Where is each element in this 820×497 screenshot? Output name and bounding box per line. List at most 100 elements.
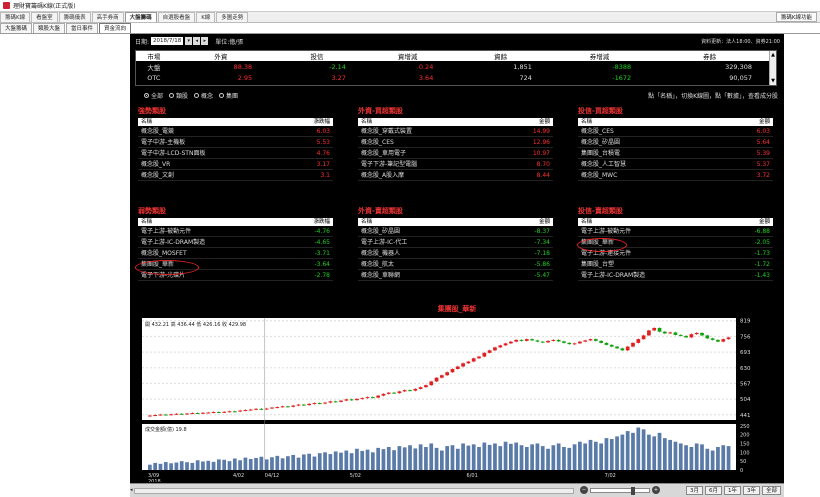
sector-name[interactable]: 概念股_CES — [581, 126, 614, 136]
tab-7[interactable]: 多圖走勢 — [216, 12, 249, 22]
panel-row[interactable]: 電子上游-IC-DRAM製造 -4.65 — [138, 237, 333, 248]
filter-label-0[interactable]: 全部 — [151, 91, 163, 100]
range-3m-button[interactable]: 3月 — [685, 486, 703, 495]
scroll-down-icon[interactable]: ▼ — [770, 77, 776, 85]
panel-row[interactable]: 概念股_車聯網 -5.47 — [358, 270, 553, 281]
sector-value[interactable]: 5.53 — [317, 137, 330, 147]
sector-value[interactable]: 12.96 — [533, 137, 550, 147]
tab-3[interactable]: 高手券商 — [91, 12, 124, 22]
prev-day-button[interactable]: ◂ — [193, 37, 201, 45]
chart-horizontal-scrollbar[interactable] — [134, 488, 574, 494]
panel-header-value[interactable]: 漲跌幅 — [313, 218, 330, 226]
tab-2[interactable]: 籌碼儀表 — [58, 12, 91, 22]
subtab-2[interactable]: 當日事件 — [66, 23, 99, 33]
scroll-up-icon[interactable]: ▲ — [770, 51, 776, 59]
sector-value[interactable]: -8.37 — [534, 226, 550, 236]
chip-kline-function-button[interactable]: 籌碼K線功能 — [775, 12, 817, 22]
panel-header-value[interactable]: 金額 — [759, 218, 770, 226]
panel-header-value[interactable]: 金額 — [539, 118, 550, 126]
filter-label-1[interactable]: 類股 — [176, 91, 188, 100]
sector-value[interactable]: -5.86 — [534, 259, 550, 269]
sector-value[interactable]: -7.18 — [534, 248, 550, 258]
panel-header-name[interactable]: 名稱 — [581, 118, 592, 126]
filter-radio-3[interactable] — [219, 92, 225, 98]
range-3y-button[interactable]: 3年 — [742, 486, 760, 495]
sector-value[interactable]: -3.64 — [314, 259, 330, 269]
sector-name[interactable]: 概念股_文創 — [141, 170, 174, 180]
sector-value[interactable]: 3.72 — [757, 170, 770, 180]
sector-value[interactable]: 6.03 — [757, 126, 770, 136]
sector-value[interactable]: 4.76 — [317, 148, 330, 158]
panel-row[interactable]: 概念股_矽晶圓 -8.37 — [358, 226, 553, 237]
zoom-slider[interactable] — [590, 486, 650, 495]
sector-name[interactable]: 概念股_VR — [141, 159, 170, 169]
sector-value[interactable]: 10.97 — [533, 148, 550, 158]
sector-name[interactable]: 電子中游-主機板 — [141, 137, 185, 147]
panel-row[interactable]: 電子上游-IC-DRAM製造 -1.43 — [578, 270, 773, 281]
sector-name[interactable]: 集團股_台積電 — [581, 148, 620, 158]
panel-row[interactable]: 概念股_A股入摩 8.44 — [358, 170, 553, 181]
sector-name[interactable]: 概念股_MOSFET — [141, 248, 187, 258]
panel-row[interactable]: 概念股_航太 -5.86 — [358, 259, 553, 270]
tab-1[interactable]: 看盤室 — [31, 12, 58, 22]
sector-name[interactable]: 概念股_人工智慧 — [581, 159, 626, 169]
filter-radio-0[interactable] — [144, 92, 149, 98]
sector-name[interactable]: 集團股_台塑 — [581, 259, 614, 269]
panel-header-value[interactable]: 漲跌幅 — [313, 118, 330, 126]
candlestick-chart[interactable]: 819 756 693 630 567 504 441 250 200 150 100 50 0 開 43… — [136, 302, 778, 485]
sector-value[interactable]: 3.17 — [317, 159, 330, 169]
sector-name[interactable]: 電子上游-被動元件 — [581, 226, 631, 236]
panel-row[interactable]: 概念股_人工智慧 5.37 — [578, 159, 773, 170]
market-table-scrollbar[interactable]: ▲ ▼ — [769, 51, 776, 85]
panel-header-name[interactable]: 名稱 — [141, 118, 152, 126]
sector-value[interactable]: -5.47 — [534, 270, 550, 280]
panel-header-name[interactable]: 名稱 — [141, 218, 152, 226]
date-picker[interactable]: 2018/7/18 — [151, 37, 184, 45]
filter-radio-2[interactable] — [194, 92, 200, 98]
panel-row[interactable]: 概念股_機器人 -7.18 — [358, 248, 553, 259]
panel-row[interactable]: 概念股_矽晶圓 5.64 — [578, 137, 773, 148]
sector-name[interactable]: 電子上游-IC-DRAM製造 — [141, 237, 205, 247]
sector-name[interactable]: 概念股_航太 — [361, 259, 394, 269]
sector-name[interactable]: 概念股_CES — [361, 137, 394, 147]
panel-row[interactable]: 概念股_MWC 3.72 — [578, 170, 773, 181]
tab-5[interactable]: 自選股看盤 — [157, 12, 196, 22]
panel-row[interactable]: 概念股_電競 6.03 — [138, 126, 333, 137]
zoom-in-icon[interactable]: + — [652, 486, 660, 494]
sector-name[interactable]: 概念股_機器人 — [361, 248, 400, 258]
sector-name[interactable]: 電子上游-被動元件 — [141, 226, 191, 236]
range-1y-button[interactable]: 1年 — [723, 486, 741, 495]
filter-label-3[interactable]: 集團 — [226, 91, 238, 100]
sector-name[interactable]: 概念股_矽晶圓 — [361, 226, 400, 236]
panel-row[interactable]: 電子上游-被動元件 -4.76 — [138, 226, 333, 237]
sector-value[interactable]: -2.78 — [314, 270, 330, 280]
market-row[interactable]: OTC 2.95 3.27 3.64 724 -1672 90,057 — [136, 72, 770, 83]
market-row[interactable]: 大盤 88.38 -2.14 0.24 1,851 -8388 329,308 — [136, 61, 770, 72]
sector-value[interactable]: 8.44 — [537, 170, 550, 180]
panel-row[interactable]: 電子下游-筆記型電腦 8.70 — [358, 159, 553, 170]
sector-value[interactable]: -1.73 — [754, 248, 770, 258]
sector-value[interactable]: 3.1 — [320, 170, 330, 180]
panel-row[interactable]: 電子中游-主機板 5.53 — [138, 137, 333, 148]
panel-header-name[interactable]: 名稱 — [361, 218, 372, 226]
panel-row[interactable]: 概念股_CES 6.03 — [578, 126, 773, 137]
sector-name[interactable]: 電子上游-IC-DRAM製造 — [581, 270, 645, 280]
subtab-0[interactable]: 大盤籌碼 — [0, 23, 33, 33]
sector-value[interactable]: 8.70 — [537, 159, 550, 169]
sector-value[interactable]: 14.99 — [533, 126, 550, 136]
filter-radio-1[interactable] — [169, 92, 175, 98]
sector-name[interactable]: 概念股_車聯網 — [361, 270, 400, 280]
panel-row[interactable]: 電子上游-被動元件 -6.88 — [578, 226, 773, 237]
panel-row[interactable]: 集團股_台積電 5.39 — [578, 148, 773, 159]
sector-value[interactable]: -6.88 — [754, 226, 770, 236]
range-6m-button[interactable]: 6月 — [704, 486, 722, 495]
subtab-3[interactable]: 資金流向 — [99, 23, 132, 33]
dropdown-icon[interactable]: ▾ — [185, 37, 193, 45]
sector-value[interactable]: -4.76 — [314, 226, 330, 236]
range-all-button[interactable]: 全部 — [761, 486, 781, 495]
filter-label-2[interactable]: 概念 — [201, 91, 213, 100]
tab-0[interactable]: 籌碼K線 — [0, 12, 31, 22]
sector-value[interactable]: 5.64 — [757, 137, 770, 147]
panel-row[interactable]: 概念股_CES 12.96 — [358, 137, 553, 148]
sector-value[interactable]: -1.72 — [754, 259, 770, 269]
